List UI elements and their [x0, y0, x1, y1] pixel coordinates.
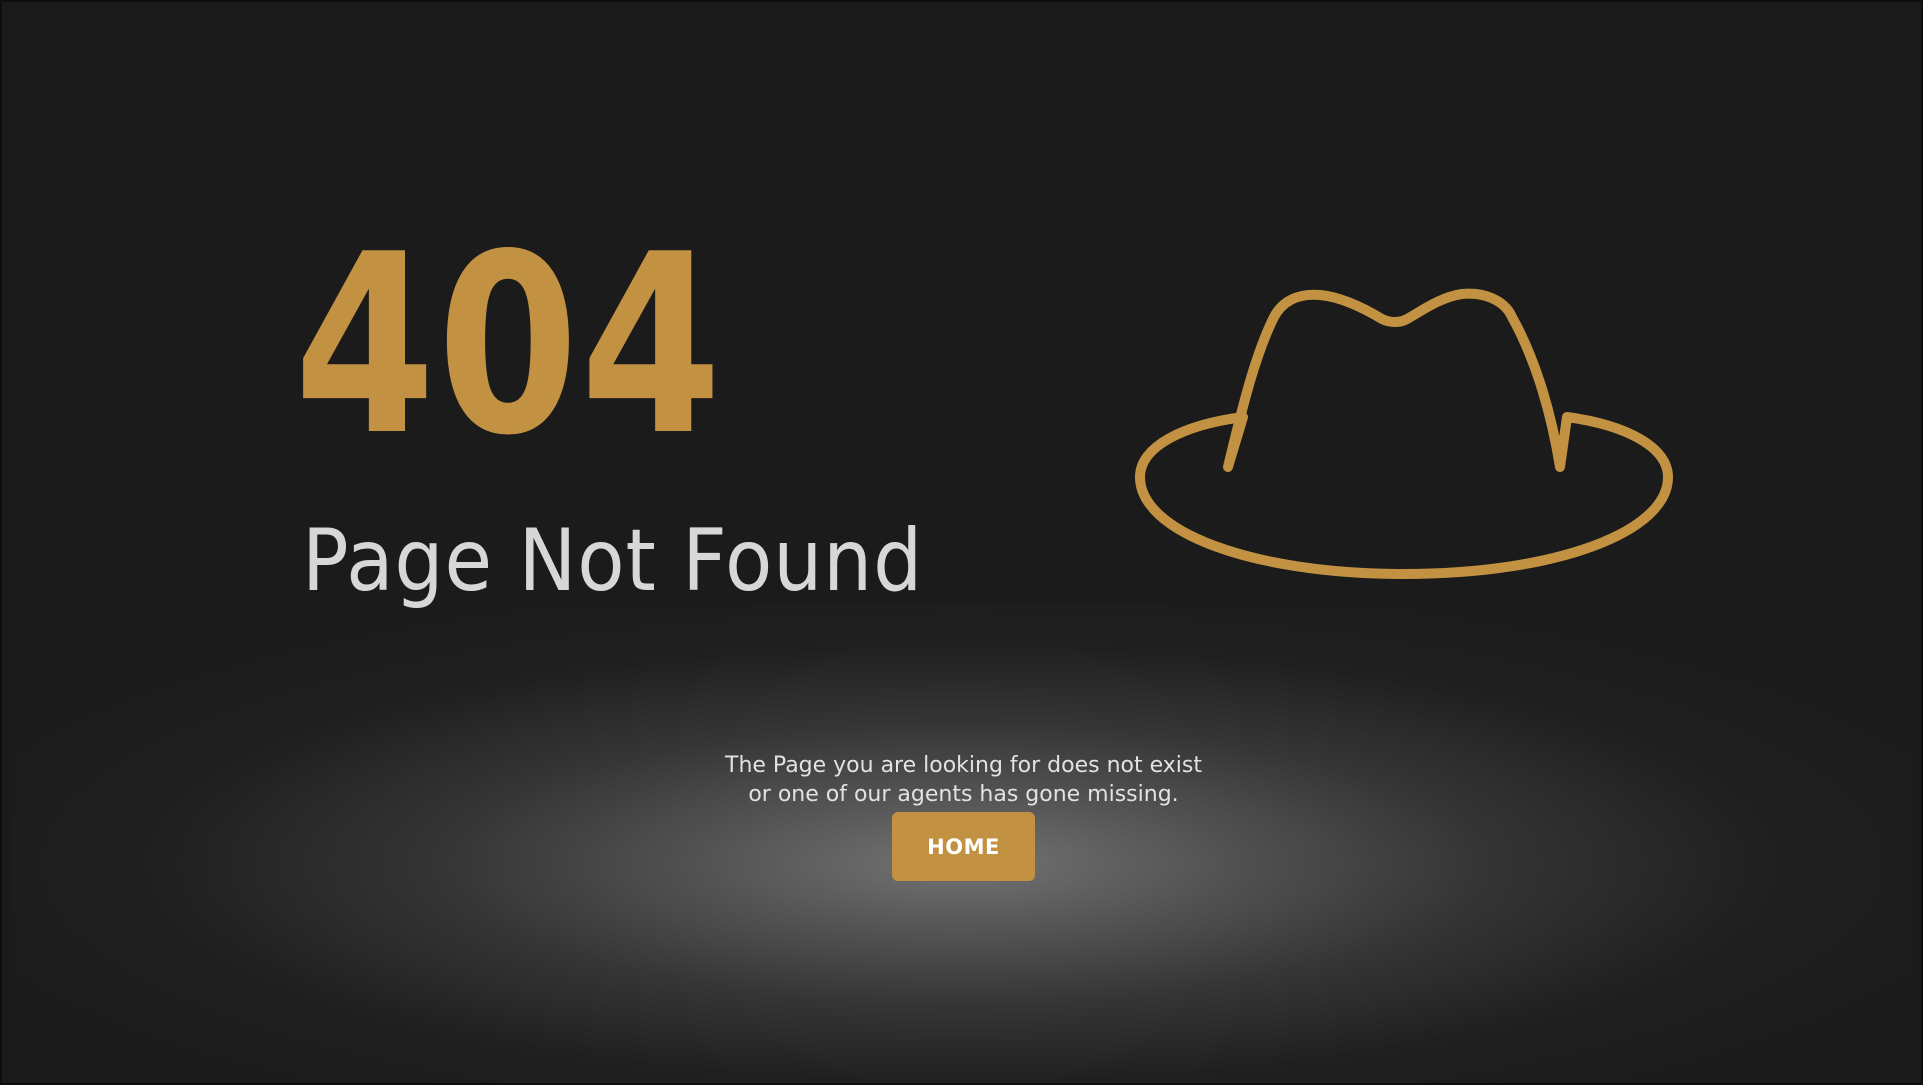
fedora-hat-icon	[1135, 288, 1673, 579]
error-code: 404	[294, 202, 724, 490]
error-message: The Page you are looking for does not ex…	[2, 751, 1921, 809]
error-page: 404 Page Not Found The Page you are look…	[0, 0, 1923, 1085]
page-title: Page Not Found	[302, 511, 924, 611]
error-message-line-1: The Page you are looking for does not ex…	[725, 753, 1202, 778]
error-message-line-2: or one of our agents has gone missing.	[748, 782, 1179, 807]
home-button[interactable]: HOME	[892, 812, 1035, 881]
